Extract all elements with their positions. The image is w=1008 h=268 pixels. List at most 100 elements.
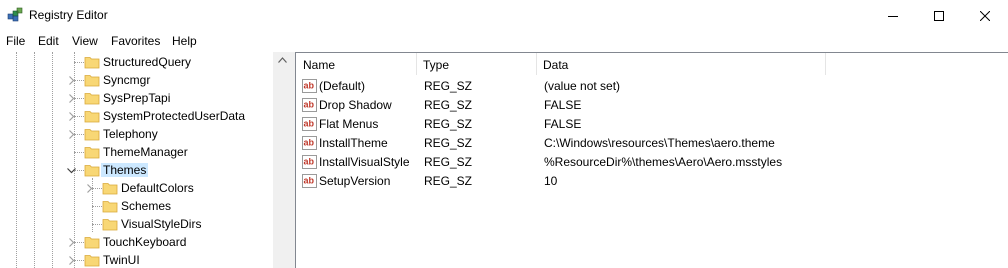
chevron-right-icon[interactable]: [67, 112, 76, 121]
column-header-type[interactable]: Type: [423, 58, 449, 72]
chevron-right-icon[interactable]: [67, 238, 76, 247]
key-tree[interactable]: StructuredQuery Syncmgr SysPrepTapi SystemP…: [0, 52, 290, 268]
value-type-cell: REG_SZ: [424, 79, 473, 93]
maximize-icon: [934, 10, 944, 21]
registry-editor-icon: [7, 7, 23, 22]
tree-connector-line: [92, 224, 102, 225]
chevron-right-icon[interactable]: [67, 130, 76, 139]
column-separator[interactable]: [536, 53, 537, 75]
folder-icon: [102, 201, 118, 213]
tree-item-label: Themes: [101, 163, 149, 177]
title-bar: Registry Editor: [0, 0, 1008, 31]
window-title: Registry Editor: [29, 8, 108, 22]
values-list[interactable]: Name Type Data ab (Default) REG_SZ (value n…: [295, 52, 1008, 268]
value-row[interactable]: ab SetupVersion REG_SZ 10: [296, 172, 996, 191]
close-button[interactable]: [962, 0, 1008, 31]
tree-item[interactable]: Syncmgr: [0, 71, 273, 89]
tree-scrollbar[interactable]: [273, 52, 291, 268]
string-value-ab-icon: ab: [302, 136, 317, 150]
value-row[interactable]: ab InstallVisualStyle REG_SZ %ResourceDir%\…: [296, 153, 996, 172]
maximize-button[interactable]: [916, 0, 962, 31]
value-data-cell: C:\Windows\resources\Themes\aero.theme: [544, 136, 775, 150]
value-name-cell: Flat Menus: [319, 117, 379, 131]
value-row[interactable]: ab InstallTheme REG_SZ C:\Windows\resources…: [296, 134, 996, 153]
string-value-ab-icon: ab: [302, 98, 317, 112]
value-name-cell: (Default): [319, 79, 366, 93]
tree-item-label: ThemeManager: [103, 145, 188, 159]
tree-connector-line: [74, 152, 84, 153]
menu-favorites[interactable]: Favorites: [111, 34, 160, 48]
tree-item[interactable]: Telephony: [0, 125, 273, 143]
folder-icon: [84, 237, 100, 249]
tree-item[interactable]: TwinUI: [0, 251, 273, 268]
value-data-cell: 10: [544, 174, 558, 188]
tree-item-label: StructuredQuery: [103, 55, 192, 69]
value-name-cell: Drop Shadow: [319, 98, 392, 112]
chevron-right-icon[interactable]: [85, 184, 94, 193]
tree-item-label: Schemes: [121, 199, 172, 213]
value-row[interactable]: ab Flat Menus REG_SZ FALSE: [296, 115, 996, 134]
value-row[interactable]: ab (Default) REG_SZ (value not set): [296, 77, 996, 96]
chevron-right-icon[interactable]: [67, 256, 76, 265]
tree-item[interactable]: StructuredQuery: [0, 53, 273, 71]
folder-icon: [102, 219, 118, 231]
svg-text:ab: ab: [304, 157, 315, 167]
chevron-down-icon[interactable]: [67, 166, 76, 175]
column-separator[interactable]: [825, 53, 826, 75]
tree-item[interactable]: Schemes: [0, 197, 273, 215]
value-row[interactable]: ab Drop Shadow REG_SZ FALSE: [296, 96, 996, 115]
string-value-ab-icon: ab: [302, 117, 317, 131]
tree-item[interactable]: SysPrepTapi: [0, 89, 273, 107]
value-data-cell: %ResourceDir%\themes\Aero\Aero.msstyles: [544, 155, 783, 169]
tree-connector-line: [74, 62, 84, 63]
tree-item-label: TwinUI: [103, 253, 140, 267]
tree-item[interactable]: DefaultColors: [0, 179, 273, 197]
chevron-right-icon[interactable]: [67, 94, 76, 103]
folder-icon: [84, 255, 100, 267]
tree-item[interactable]: VisualStyleDirs: [0, 215, 273, 233]
scroll-up-arrow-icon[interactable]: [278, 57, 287, 63]
svg-text:ab: ab: [304, 100, 315, 110]
close-icon: [980, 10, 990, 21]
menu-view[interactable]: View: [72, 34, 98, 48]
column-separator[interactable]: [416, 53, 417, 75]
tree-item-label: Syncmgr: [103, 73, 151, 87]
tree-item-label: SysPrepTapi: [103, 91, 171, 105]
value-type-cell: REG_SZ: [424, 136, 473, 150]
string-value-ab-icon: ab: [302, 174, 317, 188]
value-name-cell: SetupVersion: [319, 174, 391, 188]
menu-edit[interactable]: Edit: [38, 34, 59, 48]
value-type-cell: REG_SZ: [424, 155, 473, 169]
tree-item[interactable]: TouchKeyboard: [0, 233, 273, 251]
column-header-data[interactable]: Data: [543, 58, 568, 72]
value-name-cell: InstallTheme: [319, 136, 388, 150]
folder-icon: [84, 93, 100, 105]
menu-help[interactable]: Help: [172, 34, 197, 48]
minimize-button[interactable]: [870, 0, 916, 31]
svg-text:ab: ab: [304, 81, 315, 91]
tree-item-label: Telephony: [103, 127, 158, 141]
value-name-cell: InstallVisualStyle: [319, 155, 410, 169]
tree-item-label: VisualStyleDirs: [121, 217, 202, 231]
tree-item-label: TouchKeyboard: [103, 235, 187, 249]
folder-icon: [84, 129, 100, 141]
value-data-cell: (value not set): [544, 79, 621, 93]
folder-icon: [84, 147, 100, 159]
tree-item[interactable]: Themes: [0, 161, 273, 179]
folder-icon: [102, 183, 118, 195]
value-type-cell: REG_SZ: [424, 98, 473, 112]
menu-file[interactable]: File: [6, 34, 25, 48]
tree-connector-line: [92, 206, 102, 207]
value-data-cell: FALSE: [544, 98, 582, 112]
tree-item-label: SystemProtectedUserData: [103, 109, 246, 123]
column-header-name[interactable]: Name: [303, 58, 335, 72]
tree-item[interactable]: ThemeManager: [0, 143, 273, 161]
tree-item-label: DefaultColors: [121, 181, 194, 195]
value-type-cell: REG_SZ: [424, 174, 473, 188]
folder-icon: [84, 165, 100, 177]
tree-item[interactable]: SystemProtectedUserData: [0, 107, 273, 125]
string-value-ab-icon: ab: [302, 79, 317, 93]
chevron-right-icon[interactable]: [67, 76, 76, 85]
svg-text:ab: ab: [304, 138, 315, 148]
folder-icon: [84, 57, 100, 69]
